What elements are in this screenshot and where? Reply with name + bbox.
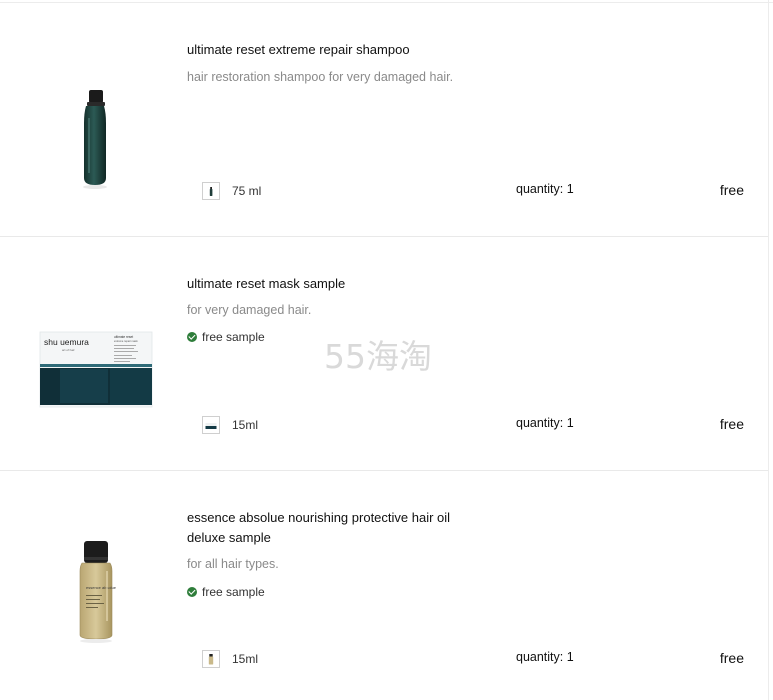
size-label: 15ml	[232, 652, 259, 666]
size-label: 15ml	[232, 418, 259, 432]
cart-item: essence absolue essence absolue nourishi…	[0, 471, 768, 700]
free-sample-badge: free sample	[187, 584, 265, 600]
product-image[interactable]	[0, 3, 170, 237]
product-name[interactable]: ultimate reset extreme repair shampoo	[187, 40, 467, 60]
cart-item: ultimate reset extreme repair shampoo ha…	[0, 3, 768, 237]
size-selector: 15ml	[202, 649, 258, 669]
quantity-label: quantity: 1	[516, 416, 574, 430]
sachet-brand-text: shu uemura	[44, 337, 89, 347]
sachet-brand-sub-text: art of hair	[62, 348, 75, 352]
product-name[interactable]: essence absolue nourishing protective ha…	[187, 508, 467, 548]
shampoo-bottle-image	[83, 90, 107, 189]
check-circle-icon	[187, 332, 197, 342]
size-selector: 15ml	[202, 415, 258, 435]
oil-bottle-thumbnail-icon	[202, 650, 220, 668]
bottle-label-text: essence absolue	[86, 585, 117, 590]
price-label: free	[719, 416, 744, 432]
right-divider	[768, 0, 769, 700]
size-selector: 75 ml	[202, 181, 261, 201]
oil-bottle-image: essence absolue	[79, 541, 117, 643]
product-description: hair restoration shampoo for very damage…	[187, 70, 454, 84]
product-image[interactable]: essence absolue	[0, 471, 170, 700]
sachet-product-text: ultimate reset	[114, 335, 133, 339]
price-label: free	[719, 650, 744, 666]
sachet-thumbnail-icon	[202, 416, 220, 434]
quantity-label: quantity: 1	[516, 182, 574, 196]
bottle-thumbnail-icon	[202, 182, 220, 200]
size-label: 75 ml	[232, 184, 262, 198]
mask-sachet-image: shu uemura art of hair ultimate reset ex…	[39, 331, 153, 408]
product-name[interactable]: ultimate reset mask sample	[187, 274, 467, 294]
quantity-label: quantity: 1	[516, 650, 574, 664]
cart-item-list: ultimate reset extreme repair shampoo ha…	[0, 0, 773, 700]
watermark: 55海淘	[324, 337, 432, 376]
product-image[interactable]: shu uemura art of hair ultimate reset ex…	[0, 237, 170, 471]
check-circle-icon	[187, 587, 197, 597]
badge-label: free sample	[202, 585, 265, 599]
product-description: for all hair types.	[187, 557, 279, 571]
badge-label: free sample	[202, 330, 265, 344]
price-label: free	[719, 182, 744, 198]
sachet-product-sub-text: extreme repair mask	[114, 339, 138, 343]
free-sample-badge: free sample	[187, 329, 265, 345]
product-description: for very damaged hair.	[187, 303, 312, 317]
